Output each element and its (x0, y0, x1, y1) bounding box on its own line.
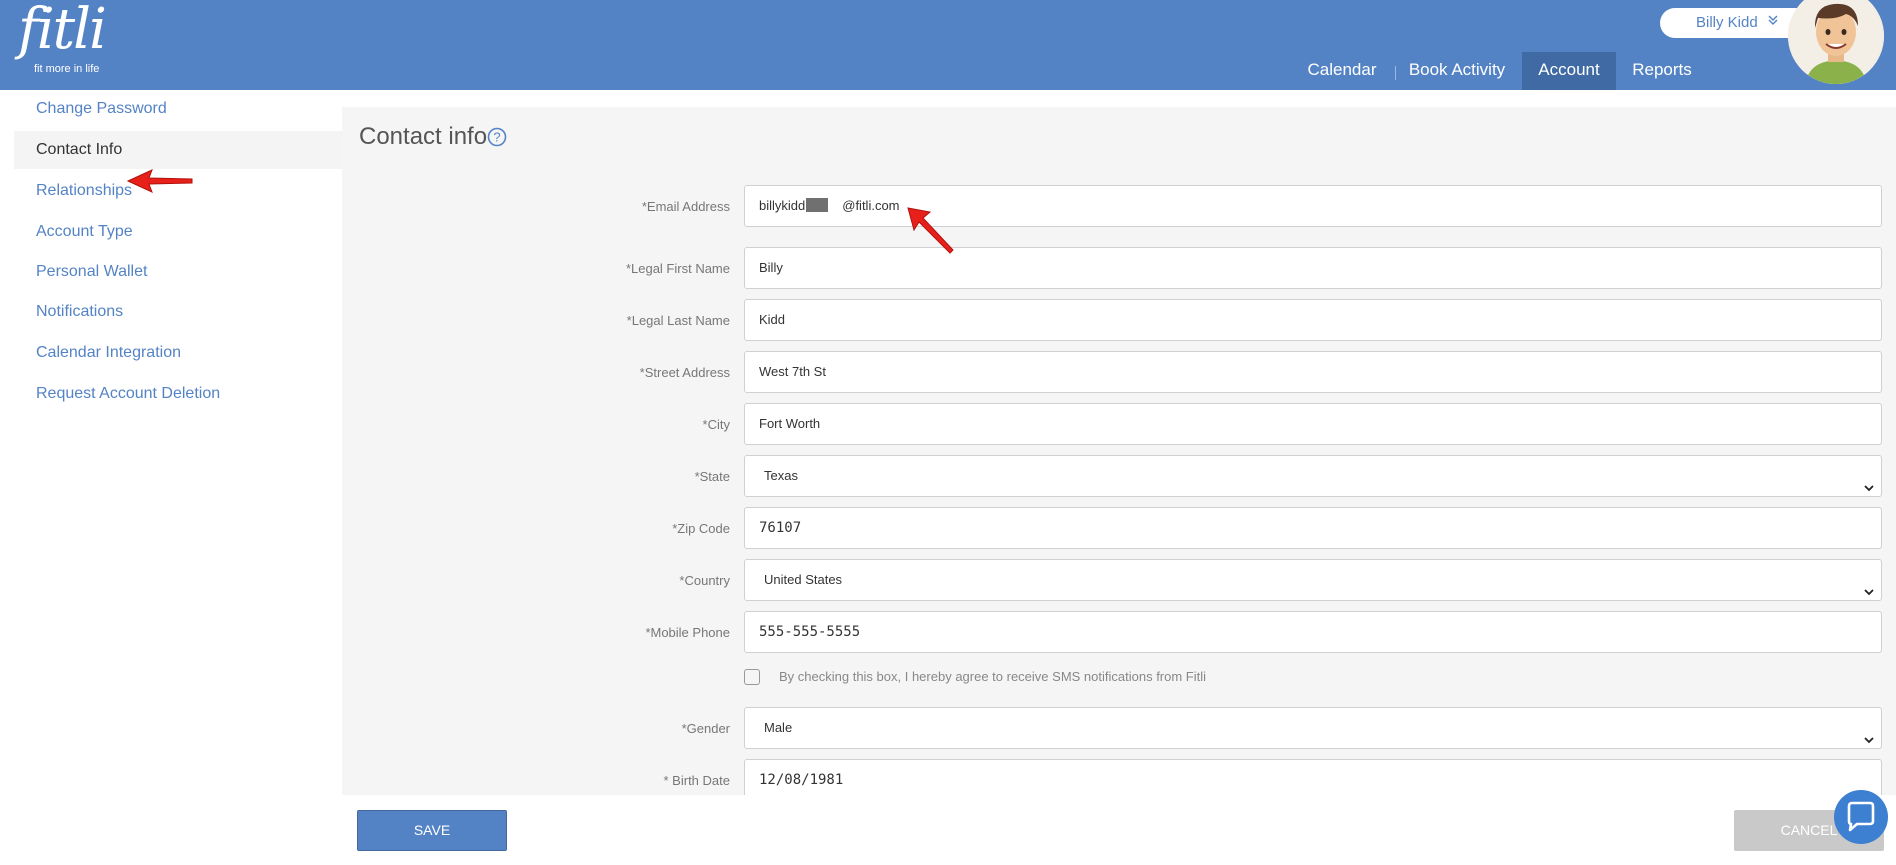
nav-separator (1395, 66, 1396, 80)
mobile-phone-field[interactable]: 555-555-5555 (744, 611, 1882, 653)
email-label: *Email Address (641, 199, 730, 214)
contact-info-panel: Contact info ? *Email Address billykidd @… (342, 107, 1896, 795)
zip-code-label: *Zip Code (672, 521, 730, 536)
sidebar-item-change-password[interactable]: Change Password (14, 90, 342, 128)
city-field[interactable]: Fort Worth (744, 403, 1882, 445)
gender-label: *Gender (681, 721, 730, 736)
last-name-label: *Legal Last Name (626, 313, 730, 328)
state-select[interactable]: Texas (744, 455, 1882, 497)
sidebar-item-notifications[interactable]: Notifications (14, 293, 342, 331)
last-name-field[interactable]: Kidd (744, 299, 1882, 341)
top-header: fitli fit more in life Billy Kidd Calend… (0, 0, 1896, 90)
nav-calendar[interactable]: Calendar (1296, 52, 1388, 90)
user-name: Billy Kidd (1696, 14, 1758, 31)
double-chevron-down-icon (1768, 14, 1778, 29)
fitli-logo[interactable]: fitli fit more in life (14, 2, 114, 80)
cancel-label: CANCEL (1780, 822, 1838, 838)
logo-wordmark: fitli (18, 0, 107, 62)
sidebar-item-calendar-integration[interactable]: Calendar Integration (14, 334, 342, 372)
annotation-arrow-icon (126, 169, 193, 193)
sidebar-item-contact-info[interactable]: Contact Info (14, 131, 342, 169)
country-value: United States (764, 572, 843, 587)
country-label: *Country (679, 573, 730, 588)
nav-book-activity[interactable]: Book Activity (1402, 52, 1512, 90)
email-value-suffix: @fitli.com (842, 198, 900, 213)
state-value: Texas (764, 468, 798, 483)
street-address-field[interactable]: West 7th St (744, 351, 1882, 393)
nav-reports[interactable]: Reports (1622, 52, 1702, 90)
chevron-down-icon (1863, 574, 1875, 596)
nav-account[interactable]: Account (1522, 52, 1616, 90)
page-title: Contact info (359, 123, 488, 150)
sidebar-item-personal-wallet[interactable]: Personal Wallet (14, 253, 342, 291)
sms-consent-checkbox[interactable] (744, 669, 760, 685)
city-label: *City (702, 417, 730, 432)
account-sidebar: Change Password Contact Info Relationshi… (0, 90, 342, 865)
svg-text:?: ? (493, 130, 500, 145)
country-select[interactable]: United States (744, 559, 1882, 601)
redaction-block (806, 198, 829, 212)
avatar[interactable] (1788, 0, 1884, 84)
street-address-label: *Street Address (639, 365, 730, 380)
question-circle-icon[interactable]: ? (487, 127, 507, 147)
birth-date-label: * Birth Date (663, 773, 730, 788)
chevron-down-icon (1863, 722, 1875, 744)
state-label: *State (694, 469, 730, 484)
logo-tagline: fit more in life (34, 63, 100, 75)
gender-select[interactable]: Male (744, 707, 1882, 749)
first-name-label: *Legal First Name (625, 261, 730, 276)
mobile-phone-label: *Mobile Phone (645, 625, 730, 640)
email-value-prefix: billykidd (759, 198, 806, 213)
sms-consent-label: By checking this box, I hereby agree to … (779, 669, 1207, 684)
zip-code-field[interactable]: 76107 (744, 507, 1882, 549)
chevron-down-icon (1863, 470, 1875, 492)
sidebar-item-account-type[interactable]: Account Type (14, 213, 342, 251)
gender-value: Male (764, 720, 793, 735)
chat-bubble-icon[interactable] (1834, 790, 1888, 844)
annotation-arrow-icon (907, 207, 954, 254)
birth-date-field[interactable]: 12/08/1981 (744, 759, 1882, 795)
sidebar-item-request-account-deletion[interactable]: Request Account Deletion (14, 375, 342, 413)
save-button[interactable]: SAVE (357, 810, 507, 851)
